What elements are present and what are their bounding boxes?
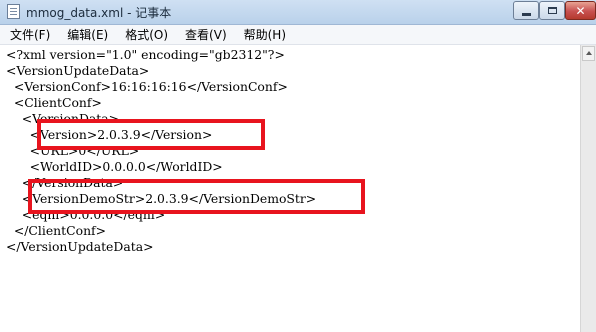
scroll-up-arrow-icon[interactable] (582, 46, 595, 61)
code-line: <ClientConf> (6, 95, 102, 110)
code-line: <VersionConf>16:16:16:16</VersionConf> (6, 79, 288, 94)
code-line: </ClientConf> (6, 223, 107, 238)
code-line: </VersionUpdateData> (6, 239, 154, 254)
maximize-icon (547, 7, 557, 14)
menu-format[interactable]: 格式(O) (115, 26, 175, 43)
code-line: <?xml version="1.0" encoding="gb2312"?> (6, 47, 285, 62)
menu-file[interactable]: 文件(F) (0, 26, 57, 43)
close-icon: ✕ (575, 3, 586, 18)
minimize-button[interactable] (513, 1, 539, 20)
vertical-scrollbar[interactable] (580, 45, 596, 332)
menu-help[interactable]: 帮助(H) (234, 26, 293, 43)
title-bar: mmog_data.xml - 记事本 ✕ (0, 0, 596, 25)
menu-bar: 文件(F) 编辑(E) 格式(O) 查看(V) 帮助(H) (0, 25, 596, 45)
close-button[interactable]: ✕ (565, 1, 596, 20)
code-line: <VersionUpdateData> (6, 63, 150, 78)
notepad-icon (7, 4, 20, 19)
minimize-icon (521, 12, 531, 16)
highlight-box-version (37, 119, 265, 150)
menu-edit[interactable]: 编辑(E) (57, 26, 115, 43)
text-editor[interactable]: <?xml version="1.0" encoding="gb2312"?> … (0, 45, 580, 332)
maximize-button[interactable] (539, 1, 565, 20)
window-title: mmog_data.xml - 记事本 (26, 6, 172, 20)
code-line: <WorldID>0.0.0.0</WorldID> (6, 159, 223, 174)
menu-view[interactable]: 查看(V) (175, 26, 234, 43)
highlight-box-version-demo-str (28, 179, 365, 214)
